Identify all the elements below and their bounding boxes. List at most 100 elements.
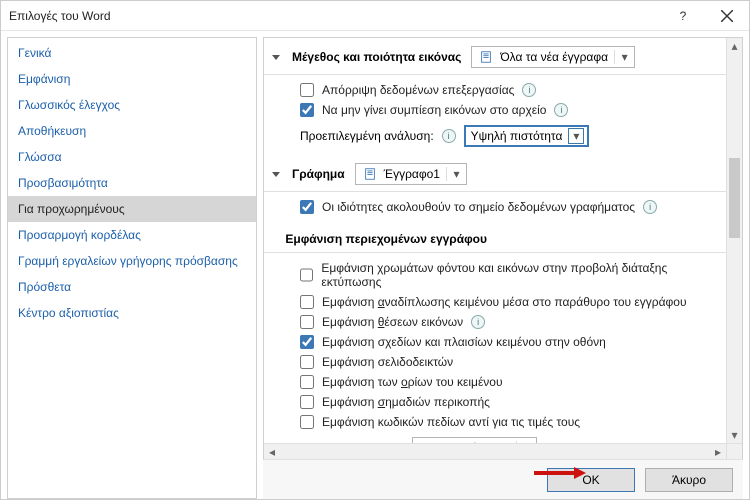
help-icon: ?: [680, 9, 687, 23]
text-wrap-label: Εμφάνιση αναδίπλωσης κειμένου μέσα στο π…: [322, 295, 687, 309]
discard-edit-data-row: Απόρριψη δεδομένων επεξεργασίας i: [300, 81, 712, 101]
ok-button[interactable]: OK: [547, 468, 635, 492]
chevron-down-icon: ▾: [446, 167, 462, 181]
text-wrap-checkbox[interactable]: [300, 295, 314, 309]
dropdown-value: Υψηλή πιστότητα: [471, 129, 563, 143]
section-image-size-quality: Μέγεθος και ποιότητα εικόνας Όλα τα νέα …: [264, 38, 726, 75]
sidebar-item-general[interactable]: Γενικά: [8, 40, 256, 66]
section-chart: Γράφημα Έγγραφο1 ▾: [264, 155, 726, 192]
crop-marks-label: Εμφάνιση σημαδιών περικοπής: [322, 395, 490, 409]
sidebar-item-addins[interactable]: Πρόσθετα: [8, 274, 256, 300]
field-codes-label: Εμφάνιση κωδικών πεδίων αντί για τις τιμ…: [322, 415, 580, 429]
image-scope-dropdown[interactable]: Όλα τα νέα έγγραφα ▾: [471, 46, 635, 68]
close-button[interactable]: [705, 1, 749, 31]
discard-edit-data-checkbox[interactable]: [300, 83, 314, 97]
section-title: Μέγεθος και ποιότητα εικόνας: [292, 50, 461, 64]
drawings-checkbox[interactable]: [300, 335, 314, 349]
sidebar-item-label: Γλώσσα: [18, 150, 62, 164]
doc-display-group: Εμφάνιση χρωμάτων φόντου και εικόνων στη…: [264, 253, 726, 443]
no-compress-row: Να μην γίνει συμπίεση εικόνων στο αρχείο…: [300, 101, 712, 121]
crop-marks-checkbox[interactable]: [300, 395, 314, 409]
field-codes-checkbox[interactable]: [300, 415, 314, 429]
img-positions-checkbox[interactable]: [300, 315, 314, 329]
bg-colors-label: Εμφάνιση χρωμάτων φόντου και εικόνων στη…: [321, 261, 712, 289]
image-options-group: Απόρριψη δεδομένων επεξεργασίας i Να μην…: [264, 75, 726, 155]
sidebar-item-label: Προσαρμογή κορδέλας: [18, 228, 141, 242]
scroll-down-icon[interactable]: ▾: [727, 427, 742, 443]
chevron-down-icon: ▾: [614, 50, 630, 64]
options-dialog: Επιλογές του Word ? Γενικά Εμφάνιση Γλωσ…: [0, 0, 750, 500]
section-show-doc-content: Εμφάνιση περιεχομένων εγγράφου: [264, 222, 726, 253]
no-compress-label: Να μην γίνει συμπίεση εικόνων στο αρχείο: [322, 103, 546, 117]
sidebar-item-accessibility[interactable]: Προσβασιμότητα: [8, 170, 256, 196]
collapse-caret-icon[interactable]: [272, 55, 280, 60]
titlebar: Επιλογές του Word ?: [1, 1, 749, 31]
content-panel: Μέγεθος και ποιότητα εικόνας Όλα τα νέα …: [263, 37, 743, 459]
content-scroll-region: Μέγεθος και ποιότητα εικόνας Όλα τα νέα …: [264, 38, 726, 443]
sidebar-item-quick-access[interactable]: Γραμμή εργαλείων γρήγορης πρόσβασης: [8, 248, 256, 274]
sidebar-item-advanced[interactable]: Για προχωρημένους: [8, 196, 256, 222]
chart-scope-dropdown[interactable]: Έγγραφο1 ▾: [355, 163, 467, 185]
drawings-label: Εμφάνιση σχεδίων και πλαισίων κειμένου σ…: [322, 335, 606, 349]
scroll-up-icon[interactable]: ▴: [727, 38, 742, 54]
sidebar-item-display[interactable]: Εμφάνιση: [8, 66, 256, 92]
sidebar-item-label: Γραμμή εργαλείων γρήγορης πρόσβασης: [18, 254, 238, 268]
sidebar-item-label: Πρόσθετα: [18, 280, 71, 294]
chart-props-follow-checkbox[interactable]: [300, 200, 314, 214]
sidebar-item-label: Εμφάνιση: [18, 72, 70, 86]
sidebar-item-customize-ribbon[interactable]: Προσαρμογή κορδέλας: [8, 222, 256, 248]
info-icon[interactable]: i: [522, 83, 536, 97]
chart-options-group: Οι ιδιότητες ακολουθούν το σημείο δεδομέ…: [264, 192, 726, 222]
sidebar-item-language[interactable]: Γλώσσα: [8, 144, 256, 170]
scroll-corner: [726, 443, 742, 459]
cancel-button-label: Άκυρο: [672, 473, 706, 487]
sidebar-item-trust-center[interactable]: Κέντρο αξιοπιστίας: [8, 300, 256, 326]
section-title: Εμφάνιση περιεχομένων εγγράφου: [285, 232, 487, 246]
text-boundaries-checkbox[interactable]: [300, 375, 314, 389]
bookmarks-checkbox[interactable]: [300, 355, 314, 369]
content-wrap: Μέγεθος και ποιότητα εικόνας Όλα τα νέα …: [263, 37, 743, 499]
bookmarks-label: Εμφάνιση σελιδοδεικτών: [322, 355, 453, 369]
document-icon: [362, 166, 378, 182]
chevron-down-icon: ▾: [568, 128, 584, 144]
section-title: Γράφημα: [292, 167, 345, 181]
sidebar-item-label: Για προχωρημένους: [18, 202, 125, 216]
vertical-scrollbar[interactable]: ▴ ▾: [726, 38, 742, 443]
discard-edit-data-label: Απόρριψη δεδομένων επεξεργασίας: [322, 83, 514, 97]
cancel-button[interactable]: Άκυρο: [645, 468, 733, 492]
info-icon[interactable]: i: [554, 103, 568, 117]
dropdown-value: Όλα τα νέα έγγραφα: [500, 50, 608, 64]
dialog-body: Γενικά Εμφάνιση Γλωσσικός έλεγχος Αποθήκ…: [1, 31, 749, 499]
sidebar-item-label: Γενικά: [18, 46, 51, 60]
ok-button-label: OK: [582, 473, 599, 487]
default-resolution-row: Προεπιλεγμένη ανάλυση: i Υψηλή πιστότητα…: [300, 121, 712, 151]
scroll-left-icon[interactable]: ◂: [264, 445, 280, 459]
sidebar-item-label: Κέντρο αξιοπιστίας: [18, 306, 119, 320]
help-button[interactable]: ?: [661, 1, 705, 31]
sidebar-item-label: Προσβασιμότητα: [18, 176, 108, 190]
category-sidebar: Γενικά Εμφάνιση Γλωσσικός έλεγχος Αποθήκ…: [7, 37, 257, 499]
scroll-thumb[interactable]: [729, 158, 740, 238]
close-icon: [721, 10, 733, 22]
sidebar-item-save[interactable]: Αποθήκευση: [8, 118, 256, 144]
chart-props-follow-label: Οι ιδιότητες ακολουθούν το σημείο δεδομέ…: [322, 200, 635, 214]
default-resolution-label: Προεπιλεγμένη ανάλυση:: [300, 129, 434, 143]
window-title: Επιλογές του Word: [1, 9, 661, 23]
bg-colors-checkbox[interactable]: [300, 268, 313, 282]
sidebar-item-proofing[interactable]: Γλωσσικός έλεγχος: [8, 92, 256, 118]
scroll-right-icon[interactable]: ▸: [710, 445, 726, 459]
dropdown-value: Έγγραφο1: [384, 167, 440, 181]
chart-props-follow-row: Οι ιδιότητες ακολουθούν το σημείο δεδομέ…: [300, 198, 712, 218]
info-icon[interactable]: i: [643, 200, 657, 214]
default-resolution-dropdown[interactable]: Υψηλή πιστότητα ▾: [464, 125, 590, 147]
img-positions-label: Εμφάνιση θέσεων εικόνων: [322, 315, 463, 329]
collapse-caret-icon[interactable]: [272, 172, 280, 177]
dialog-footer: OK Άκυρο: [263, 459, 743, 499]
text-boundaries-label: Εμφάνιση των ορίων του κειμένου: [322, 375, 503, 389]
no-compress-checkbox[interactable]: [300, 103, 314, 117]
sidebar-item-label: Αποθήκευση: [18, 124, 86, 138]
info-icon[interactable]: i: [442, 129, 456, 143]
horizontal-scrollbar[interactable]: ◂ ▸: [264, 443, 726, 459]
info-icon[interactable]: i: [471, 315, 485, 329]
sidebar-item-label: Γλωσσικός έλεγχος: [18, 98, 120, 112]
